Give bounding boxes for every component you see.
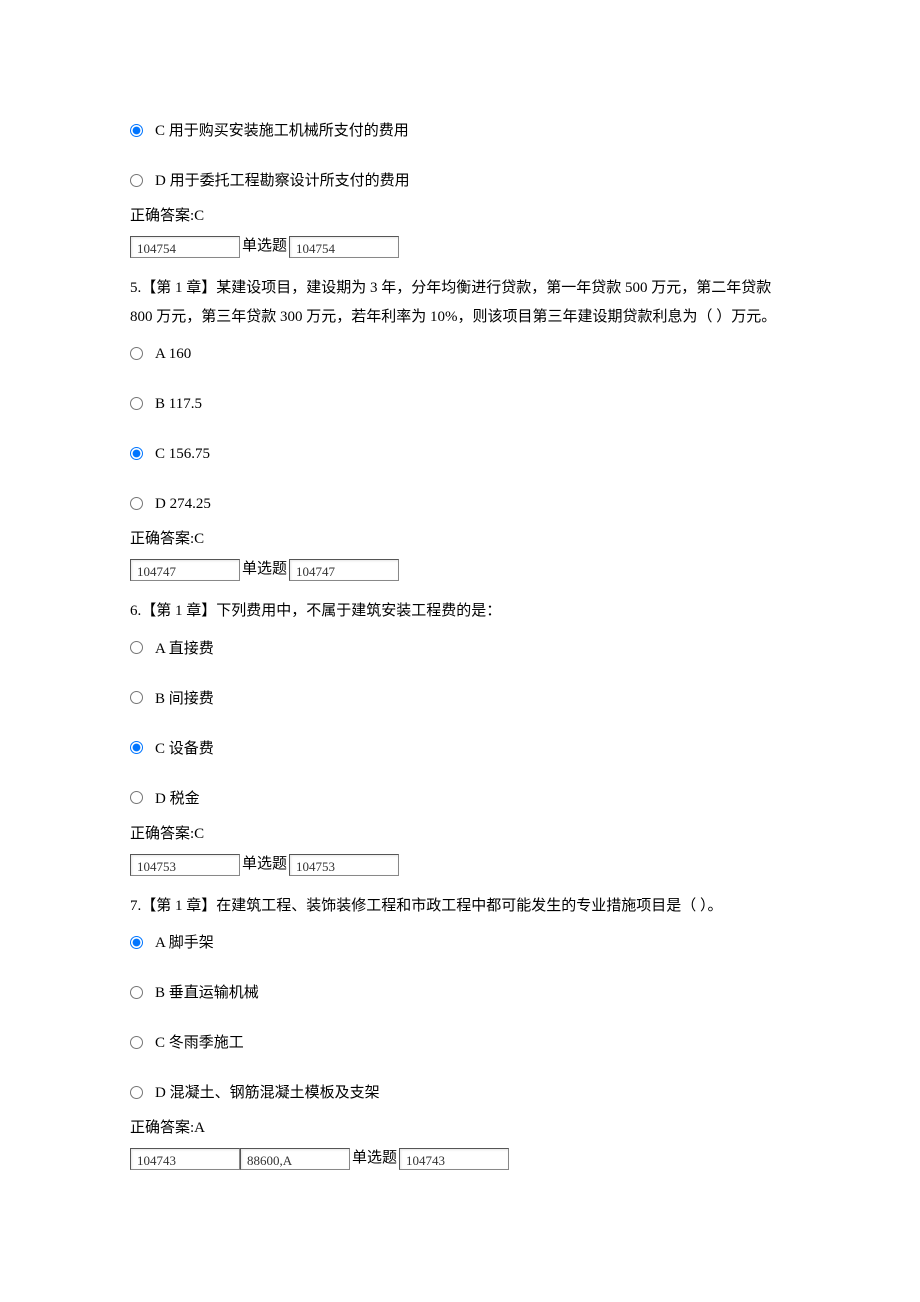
q5-type-label: 单选题	[242, 557, 287, 581]
q5-option-a: A 160	[130, 339, 790, 369]
q4-input-row: 104754 单选题 104754	[130, 234, 790, 258]
q6-radio-d[interactable]	[130, 791, 143, 804]
q7-label-d: D 混凝土、钢筋混凝土模板及支架	[155, 1081, 380, 1105]
q4-label-c: C 用于购买安装施工机械所支付的费用	[155, 119, 409, 143]
q4-label-d: D 用于委托工程勘察设计所支付的费用	[155, 169, 410, 193]
q5-label-b: B 117.5	[155, 392, 202, 416]
q4-input-1[interactable]: 104754	[130, 236, 240, 258]
q6-input-row: 104753 单选题 104753	[130, 852, 790, 876]
q7-radio-a[interactable]	[130, 936, 143, 949]
q5-option-c: C 156.75	[130, 439, 790, 469]
q6-input-2[interactable]: 104753	[289, 854, 399, 876]
q6-option-a: A 直接费	[130, 634, 790, 664]
q6-radio-c[interactable]	[130, 741, 143, 754]
q5-option-b: B 117.5	[130, 389, 790, 419]
q6-radio-b[interactable]	[130, 691, 143, 704]
q6-input-1[interactable]: 104753	[130, 854, 240, 876]
q4-radio-d[interactable]	[130, 174, 143, 187]
q5-radio-a[interactable]	[130, 347, 143, 360]
q7-input-3[interactable]: 104743	[399, 1148, 509, 1170]
q4-input-2[interactable]: 104754	[289, 236, 399, 258]
q6-option-c: C 设备费	[130, 734, 790, 764]
q4-answer: 正确答案:C	[130, 204, 790, 228]
q6-answer: 正确答案:C	[130, 822, 790, 846]
q7-label-a: A 脚手架	[155, 931, 214, 955]
q5-radio-d[interactable]	[130, 497, 143, 510]
q7-radio-b[interactable]	[130, 986, 143, 999]
q7-input-1[interactable]: 104743	[130, 1148, 240, 1170]
q6-radio-a[interactable]	[130, 641, 143, 654]
q6-label-c: C 设备费	[155, 737, 214, 761]
q4-option-d: D 用于委托工程勘察设计所支付的费用	[130, 166, 790, 196]
q5-input-1[interactable]: 104747	[130, 559, 240, 581]
q6-label-a: A 直接费	[155, 637, 214, 661]
q5-option-d: D 274.25	[130, 489, 790, 519]
q7-input-2[interactable]: 88600,A	[240, 1148, 350, 1170]
q5-label-c: C 156.75	[155, 442, 210, 466]
q5-answer: 正确答案:C	[130, 527, 790, 551]
q5-input-2[interactable]: 104747	[289, 559, 399, 581]
q7-answer: 正确答案:A	[130, 1116, 790, 1140]
q5-radio-b[interactable]	[130, 397, 143, 410]
q5-label-d: D 274.25	[155, 492, 211, 516]
q7-radio-d[interactable]	[130, 1086, 143, 1099]
q5-radio-c[interactable]	[130, 447, 143, 460]
q7-option-b: B 垂直运输机械	[130, 978, 790, 1008]
q5-text: 5.【第 1 章】某建设项目，建设期为 3 年，分年均衡进行贷款，第一年贷款 5…	[130, 274, 790, 331]
q7-label-b: B 垂直运输机械	[155, 981, 259, 1005]
q5-input-row: 104747 单选题 104747	[130, 557, 790, 581]
q7-option-d: D 混凝土、钢筋混凝土模板及支架	[130, 1078, 790, 1108]
q7-radio-c[interactable]	[130, 1036, 143, 1049]
q6-option-b: B 间接费	[130, 684, 790, 714]
q6-option-d: D 税金	[130, 784, 790, 814]
q4-type-label: 单选题	[242, 234, 287, 258]
q6-text: 6.【第 1 章】下列费用中，不属于建筑安装工程费的是：	[130, 597, 790, 626]
q4-option-c: C 用于购买安装施工机械所支付的费用	[130, 116, 790, 146]
q7-option-a: A 脚手架	[130, 928, 790, 958]
q7-option-c: C 冬雨季施工	[130, 1028, 790, 1058]
q7-type-label: 单选题	[352, 1146, 397, 1170]
q6-label-d: D 税金	[155, 787, 200, 811]
q7-label-c: C 冬雨季施工	[155, 1031, 244, 1055]
q7-input-row: 104743 88600,A 单选题 104743	[130, 1146, 790, 1170]
q6-type-label: 单选题	[242, 852, 287, 876]
q7-text: 7.【第 1 章】在建筑工程、装饰装修工程和市政工程中都可能发生的专业措施项目是…	[130, 892, 790, 921]
q4-radio-c[interactable]	[130, 124, 143, 137]
q6-label-b: B 间接费	[155, 687, 214, 711]
q5-label-a: A 160	[155, 342, 191, 366]
